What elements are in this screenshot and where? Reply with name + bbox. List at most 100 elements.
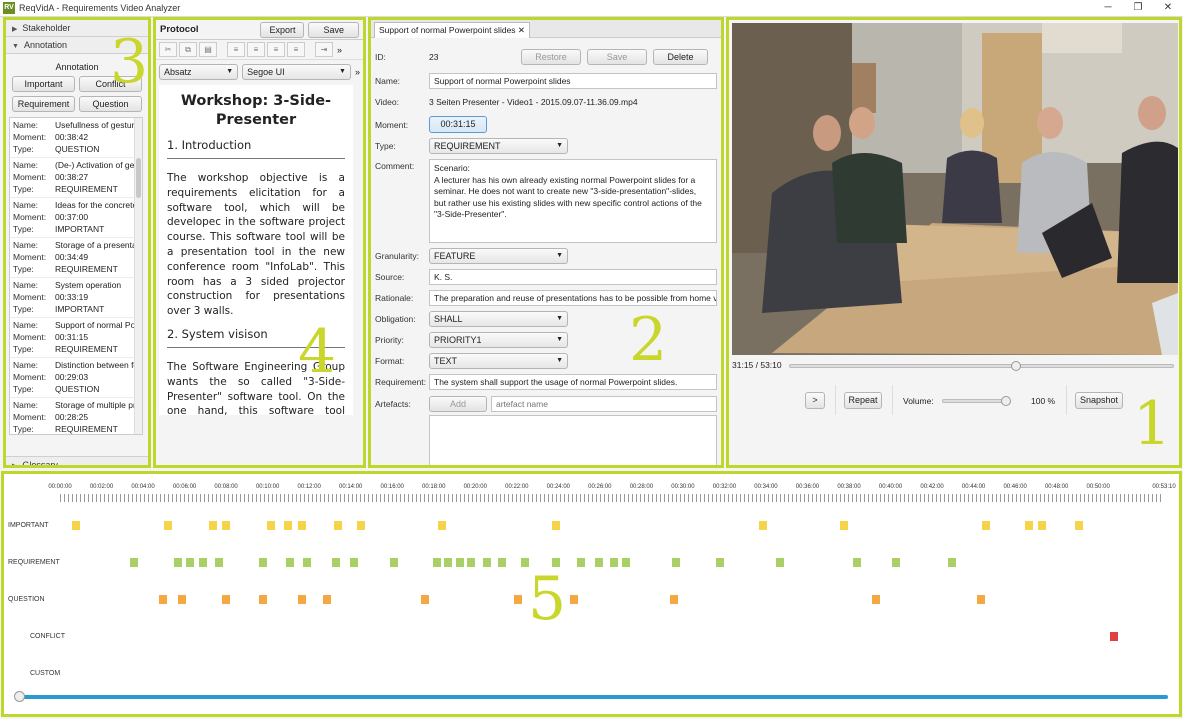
rationale-field[interactable]: The preparation and reuse of presentatio… — [429, 290, 717, 306]
annotation-list-item[interactable]: Name: Support of normal Po Moment: 00:31:15… — [10, 318, 142, 358]
artefact-name-input[interactable] — [491, 396, 717, 412]
annotation-list-item[interactable]: Name: Distinction between fo Moment: 00:29:… — [10, 358, 142, 398]
timeline-event-conflict[interactable] — [1110, 632, 1119, 641]
timeline-event-requirement[interactable] — [776, 558, 785, 567]
align-right-icon[interactable]: ≡ — [267, 42, 285, 57]
timeline-event-important[interactable] — [267, 521, 276, 530]
timeline-event-important[interactable] — [298, 521, 307, 530]
timeline-event-question[interactable] — [221, 595, 230, 604]
repeat-button[interactable]: Repeat — [844, 392, 882, 409]
delete-button[interactable]: Delete — [653, 49, 708, 65]
timeline-event-requirement[interactable] — [350, 558, 359, 567]
snapshot-button[interactable]: Snapshot — [1075, 392, 1123, 409]
timeline-event-requirement[interactable] — [456, 558, 465, 567]
timeline-event-important[interactable] — [163, 521, 172, 530]
timeline-event-important[interactable] — [221, 521, 230, 530]
annotation-list-item[interactable]: Name: Storage of multiple pr Moment: 00:28:… — [10, 398, 142, 434]
obligation-select[interactable]: SHALL ▼ — [429, 311, 568, 327]
timeline-event-question[interactable] — [298, 595, 307, 604]
timeline-event-requirement[interactable] — [609, 558, 618, 567]
cut-icon[interactable]: ✂ — [159, 42, 177, 57]
font-select[interactable]: Segoe UI ▼ — [242, 64, 351, 80]
timeline-event-important[interactable] — [356, 521, 365, 530]
timeline-event-important[interactable] — [1025, 521, 1034, 530]
timeline-event-requirement[interactable] — [130, 558, 139, 567]
detail-tab[interactable]: Support of normal Powerpoint slides ✕ — [374, 22, 531, 38]
timeline-event-important[interactable] — [333, 521, 342, 530]
timeline-event-important[interactable] — [551, 521, 560, 530]
timeline-event-important[interactable] — [283, 521, 292, 530]
moment-button[interactable]: 00:31:15 — [429, 116, 487, 133]
indent-icon[interactable]: ⇥ — [315, 42, 333, 57]
timeline-event-requirement[interactable] — [286, 558, 295, 567]
timeline-event-requirement[interactable] — [892, 558, 901, 567]
seek-slider-thumb[interactable] — [1011, 361, 1022, 371]
timeline-event-requirement[interactable] — [173, 558, 182, 567]
timeline-scrubber[interactable] — [18, 695, 1168, 699]
accordion-glossary[interactable]: ▶ Glossary — [6, 456, 148, 465]
timeline-event-important[interactable] — [1037, 521, 1046, 530]
timeline-event-requirement[interactable] — [497, 558, 506, 567]
name-field[interactable]: Support of normal Powerpoint slides — [429, 73, 717, 89]
video-frame[interactable] — [732, 23, 1178, 355]
annotation-list[interactable]: Name: Usefullness of gesture Moment: 00:38:… — [9, 117, 143, 435]
copy-icon[interactable]: ⧉ — [179, 42, 197, 57]
timeline-event-requirement[interactable] — [433, 558, 442, 567]
timeline-event-requirement[interactable] — [595, 558, 604, 567]
timeline-event-requirement[interactable] — [443, 558, 452, 567]
timeline-event-question[interactable] — [178, 595, 187, 604]
timeline-event-question[interactable] — [977, 595, 986, 604]
source-field[interactable]: K. S. — [429, 269, 717, 285]
timeline-event-important[interactable] — [72, 521, 81, 530]
requirement-field[interactable]: The system shall support the usage of no… — [429, 374, 717, 390]
format-select[interactable]: TEXT ▼ — [429, 353, 568, 369]
important-button[interactable]: Important — [12, 76, 75, 92]
paste-icon[interactable]: ▤ — [199, 42, 217, 57]
more-icon[interactable]: » — [337, 45, 342, 55]
more-icon[interactable]: » — [355, 67, 360, 77]
save-protocol-button[interactable]: Save — [308, 21, 359, 38]
timeline-event-requirement[interactable] — [331, 558, 340, 567]
granularity-select[interactable]: FEATURE ▼ — [429, 248, 568, 264]
seek-slider[interactable] — [789, 361, 1174, 371]
timeline-event-question[interactable] — [871, 595, 880, 604]
timeline-event-question[interactable] — [159, 595, 168, 604]
timeline-event-requirement[interactable] — [576, 558, 585, 567]
timeline-event-requirement[interactable] — [948, 558, 957, 567]
justify-icon[interactable]: ≡ — [287, 42, 305, 57]
export-button[interactable]: Export — [260, 21, 305, 38]
volume-slider[interactable] — [942, 396, 1011, 406]
close-button[interactable]: ✕ — [1153, 0, 1183, 16]
annotation-list-item[interactable]: Name: System operation Moment: 00:33:19 Type… — [10, 278, 142, 318]
play-button[interactable]: > — [805, 392, 825, 409]
priority-select[interactable]: PRIORITY1 ▼ — [429, 332, 568, 348]
align-center-icon[interactable]: ≡ — [247, 42, 265, 57]
timeline-event-requirement[interactable] — [622, 558, 631, 567]
timeline-event-question[interactable] — [670, 595, 679, 604]
close-tab-icon[interactable]: ✕ — [518, 25, 525, 35]
save-detail-button[interactable]: Save — [587, 49, 647, 65]
timeline-event-question[interactable] — [420, 595, 429, 604]
timeline-event-requirement[interactable] — [186, 558, 195, 567]
annotation-list-item[interactable]: Name: Ideas for the concrete Moment: 00:37:… — [10, 198, 142, 238]
timeline-event-requirement[interactable] — [715, 558, 724, 567]
timeline-event-requirement[interactable] — [259, 558, 268, 567]
timeline-event-important[interactable] — [981, 521, 990, 530]
comment-field[interactable]: Scenario: A lecturer has his own already … — [429, 159, 717, 243]
annotation-list-item[interactable]: Name: Usefullness of gesture Moment: 00:38:… — [10, 118, 142, 158]
timeline-event-important[interactable] — [1075, 521, 1084, 530]
volume-slider-thumb[interactable] — [1001, 396, 1011, 406]
timeline-event-requirement[interactable] — [672, 558, 681, 567]
add-artefact-button[interactable]: Add — [429, 396, 487, 412]
timeline-event-question[interactable] — [570, 595, 579, 604]
timeline-event-requirement[interactable] — [389, 558, 398, 567]
timeline-scrubber-thumb[interactable] — [14, 691, 25, 702]
align-left-icon[interactable]: ≡ — [227, 42, 245, 57]
timeline-event-requirement[interactable] — [302, 558, 311, 567]
paragraph-style-select[interactable]: Absatz ▼ — [159, 64, 239, 80]
type-select[interactable]: REQUIREMENT ▼ — [429, 138, 568, 154]
artefact-list[interactable] — [429, 415, 717, 465]
timeline-event-important[interactable] — [209, 521, 218, 530]
annotation-scrollbar[interactable] — [134, 118, 142, 434]
timeline-event-requirement[interactable] — [483, 558, 492, 567]
